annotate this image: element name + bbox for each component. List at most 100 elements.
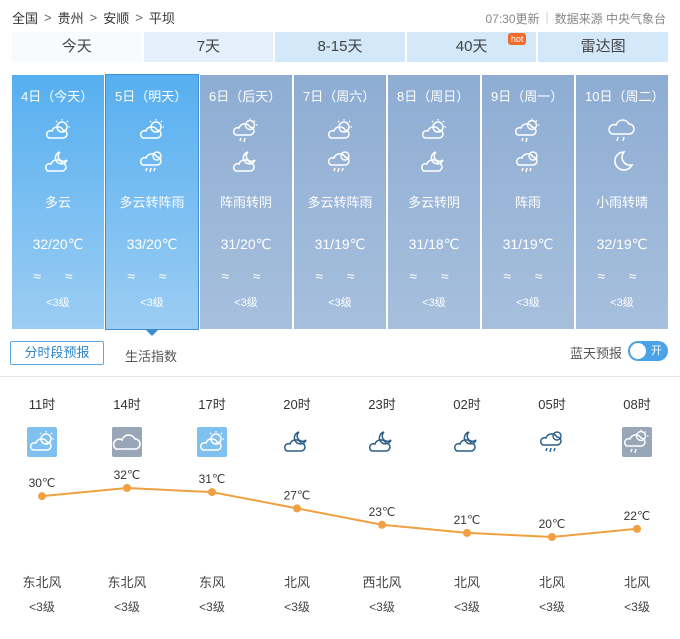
toggle-state: 开 — [651, 345, 662, 357]
shower-day-icon — [513, 118, 543, 143]
cloudy-night-icon — [282, 427, 312, 457]
hour-time: 14时 — [113, 397, 141, 412]
wind-icon: ≈ ≈ — [221, 268, 271, 284]
hour-wind-direction: 北风 — [283, 575, 310, 590]
tab-7-days[interactable]: 7天 — [143, 32, 274, 62]
hour-time: 02时 — [453, 397, 481, 412]
day-temperature: 33/20℃ — [126, 236, 178, 252]
temperature-label: 31℃ — [199, 472, 226, 486]
hour-time: 05时 — [538, 397, 566, 412]
hour-time: 23时 — [368, 397, 396, 412]
update-info: 07:30更新 | 数据来源 中央气象台 — [485, 10, 667, 26]
day-wind-level: <3级 — [46, 297, 70, 309]
day-card[interactable]: 5日（明天） 多云转阵雨 33/20℃ ≈ ≈ <3级 — [105, 74, 199, 336]
tab-hourly-forecast[interactable]: 分时段预报 — [10, 341, 104, 365]
cloudy-night-icon — [419, 149, 449, 175]
partly-cloudy-day-icon — [325, 118, 355, 142]
hour-wind-direction: 北风 — [623, 575, 650, 590]
sky-forecast-label: 蓝天预报 — [569, 346, 622, 361]
temperature-point — [463, 528, 471, 537]
temperature-label: 27℃ — [284, 488, 311, 502]
temperature-point — [633, 524, 641, 533]
temperature-label: 30℃ — [29, 476, 56, 490]
forecast-tabs: 今天 7天 8-15天 40天 hot 雷达图 — [12, 32, 668, 62]
day-weather-desc: 阵雨 — [514, 195, 541, 210]
breadcrumb-province[interactable]: 贵州 — [58, 8, 84, 27]
hour-wind-level: <3级 — [539, 600, 565, 614]
day-temperature: 31/19℃ — [314, 236, 366, 252]
shower-icon — [137, 149, 167, 175]
day-wind-level: <3级 — [516, 297, 540, 309]
partly-cloudy-day-icon — [137, 118, 167, 142]
cloudy-night-icon — [367, 427, 397, 457]
day-wind-level: <3级 — [610, 297, 634, 309]
tab-8-15-days[interactable]: 8-15天 — [275, 32, 405, 62]
day-wind-level: <3级 — [140, 297, 164, 309]
shower-day-icon — [231, 118, 261, 143]
temperature-point — [293, 504, 301, 513]
temperature-label: 22℃ — [624, 509, 651, 523]
shower-day-icon — [622, 427, 652, 457]
day-weather-desc: 小雨转晴 — [595, 195, 648, 210]
breadcrumb-city[interactable]: 安顺 — [103, 8, 129, 27]
tab-today[interactable]: 今天 — [12, 32, 142, 62]
hour-wind-level: <3级 — [624, 600, 650, 614]
hot-badge: hot — [507, 33, 527, 45]
breadcrumb-sep: > — [44, 10, 52, 25]
day-card[interactable]: 10日（周二） 小雨转晴 32/19℃ ≈ ≈ <3级 — [576, 75, 668, 329]
day-card[interactable]: 4日（今天） 多云 32/20℃ ≈ ≈ <3级 — [12, 75, 104, 329]
hour-time: 11时 — [28, 397, 56, 412]
temperature-label: 32℃ — [114, 468, 141, 482]
day-card[interactable]: 6日（后天） 阵雨转阴 31/20℃ ≈ ≈ <3级 — [200, 75, 292, 329]
hour-wind-direction: 东风 — [198, 575, 225, 590]
day-date: 7日（周六） — [303, 89, 376, 104]
hour-wind-level: <3级 — [29, 600, 55, 614]
day-weather-desc: 多云转阴 — [407, 195, 460, 210]
temperature-point — [38, 492, 46, 501]
temperature-point — [548, 533, 556, 541]
breadcrumb-sep: > — [135, 10, 143, 25]
wind-icon: ≈ ≈ — [33, 268, 83, 284]
day-card[interactable]: 9日（周一） 阵雨 31/19℃ ≈ ≈ <3级 — [482, 75, 574, 329]
partly-cloudy-day-icon — [43, 118, 73, 142]
cloudy-night-icon — [231, 149, 261, 175]
hour-wind-level: <3级 — [454, 600, 480, 614]
day-temperature: 31/19℃ — [502, 236, 554, 252]
temperature-label: 21℃ — [454, 513, 481, 527]
day-temperature: 32/20℃ — [32, 236, 84, 252]
day-temperature: 31/20℃ — [220, 236, 272, 252]
hour-wind-level: <3级 — [284, 600, 310, 614]
selected-pointer — [145, 329, 159, 336]
hour-wind-level: <3级 — [369, 600, 395, 614]
day-weather-desc: 多云转阵雨 — [307, 195, 373, 210]
day-date: 5日（明天） — [115, 89, 188, 104]
update-time: 07:30更新 — [485, 12, 540, 26]
tab-life-index[interactable]: 生活指数 — [125, 346, 177, 365]
temperature-point — [208, 488, 216, 497]
cloudy-night-icon — [43, 149, 73, 175]
wind-icon: ≈ ≈ — [597, 268, 647, 284]
rain-icon — [607, 118, 637, 142]
day-date: 9日（周一） — [491, 89, 564, 104]
partly-cloudy-day-icon — [27, 427, 57, 457]
day-wind-level: <3级 — [234, 297, 258, 309]
breadcrumb-country[interactable]: 全国 — [12, 8, 38, 27]
shower-icon — [513, 149, 543, 175]
breadcrumb-county: 平坝 — [148, 11, 175, 26]
wind-icon: ≈ ≈ — [315, 268, 365, 284]
overcast-icon — [112, 427, 142, 457]
tab-radar[interactable]: 雷达图 — [538, 32, 668, 62]
hour-time: 08时 — [623, 397, 651, 412]
hour-wind-level: <3级 — [114, 600, 140, 614]
partly-cloudy-day-icon — [419, 118, 449, 142]
temperature-point — [123, 484, 131, 492]
day-weather-desc: 阵雨转阴 — [219, 195, 272, 210]
temperature-label: 23℃ — [369, 505, 396, 519]
sky-forecast-toggle[interactable]: 开 — [628, 341, 668, 361]
day-weather-desc: 多云 — [44, 195, 71, 210]
hour-time: 17时 — [198, 397, 226, 412]
day-card[interactable]: 8日（周日） 多云转阴 31/18℃ ≈ ≈ <3级 — [388, 75, 480, 329]
day-card[interactable]: 7日（周六） 多云转阵雨 31/19℃ ≈ ≈ <3级 — [294, 75, 386, 329]
tab-40-days[interactable]: 40天 hot — [406, 32, 537, 62]
hour-wind-direction: 东北风 — [107, 575, 147, 590]
